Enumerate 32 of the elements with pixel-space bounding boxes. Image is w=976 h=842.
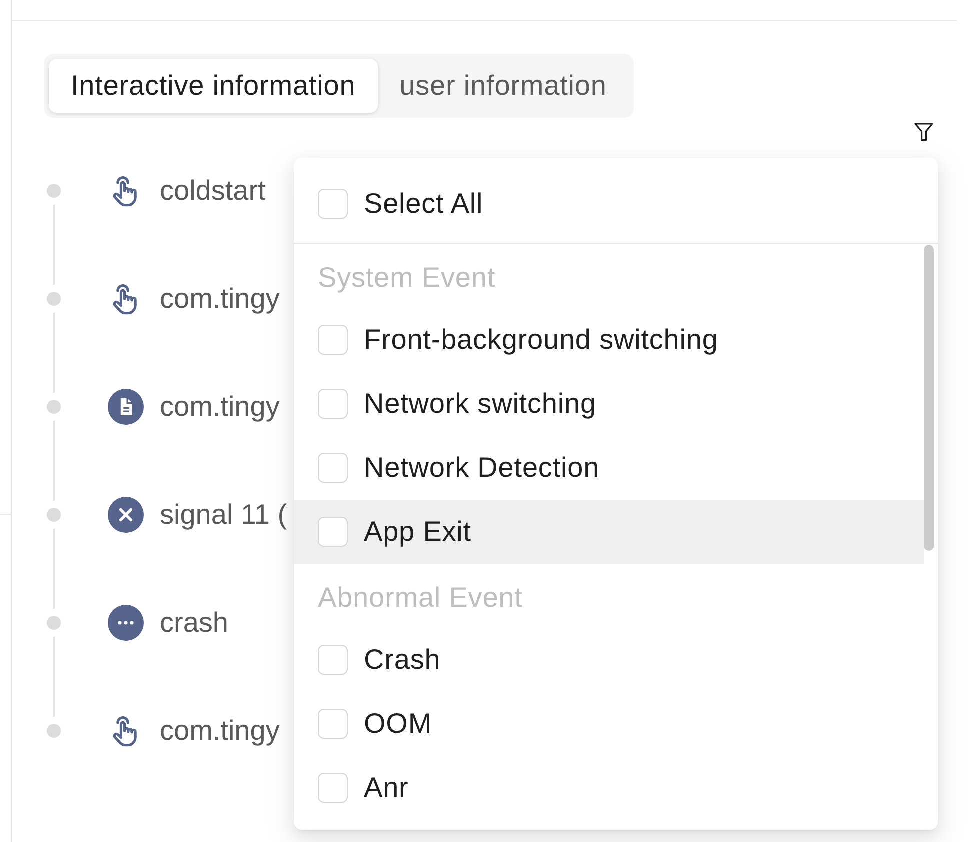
checkbox[interactable] [318,189,348,219]
timeline-dot [47,292,61,306]
ellipsis-icon [108,605,144,641]
timeline-dot [47,724,61,738]
group-heading: Abnormal Event [318,580,523,615]
filter-icon [912,120,936,144]
event-label: signal 11 ( [160,498,288,532]
checkbox[interactable] [318,645,348,675]
checkbox[interactable] [318,389,348,419]
checkbox[interactable] [318,325,348,355]
select-all-option[interactable]: Select All [294,172,938,236]
checkbox[interactable] [318,709,348,739]
timeline-dot [47,616,61,630]
checkbox[interactable] [318,453,348,483]
event-label: com.tingy [160,282,280,316]
group-heading: System Event [318,260,496,295]
event-label: com.tingy [160,390,280,424]
checkbox[interactable] [318,517,348,547]
checkbox[interactable] [318,773,348,803]
document-icon [108,389,144,425]
cross-circle-icon [108,497,144,533]
tab[interactable]: user information [378,59,629,113]
timeline-dot [47,184,61,198]
timeline-dot [47,508,61,522]
event-label: com.tingy [160,714,280,748]
filter-option[interactable]: App Exit [294,500,924,564]
filter-button[interactable] [912,120,936,144]
event-label: coldstart [160,174,266,208]
scrollbar-thumb[interactable] [924,245,934,551]
timeline-dot [47,400,61,414]
tab[interactable]: Interactive information [49,59,378,113]
event-label: crash [160,606,228,640]
